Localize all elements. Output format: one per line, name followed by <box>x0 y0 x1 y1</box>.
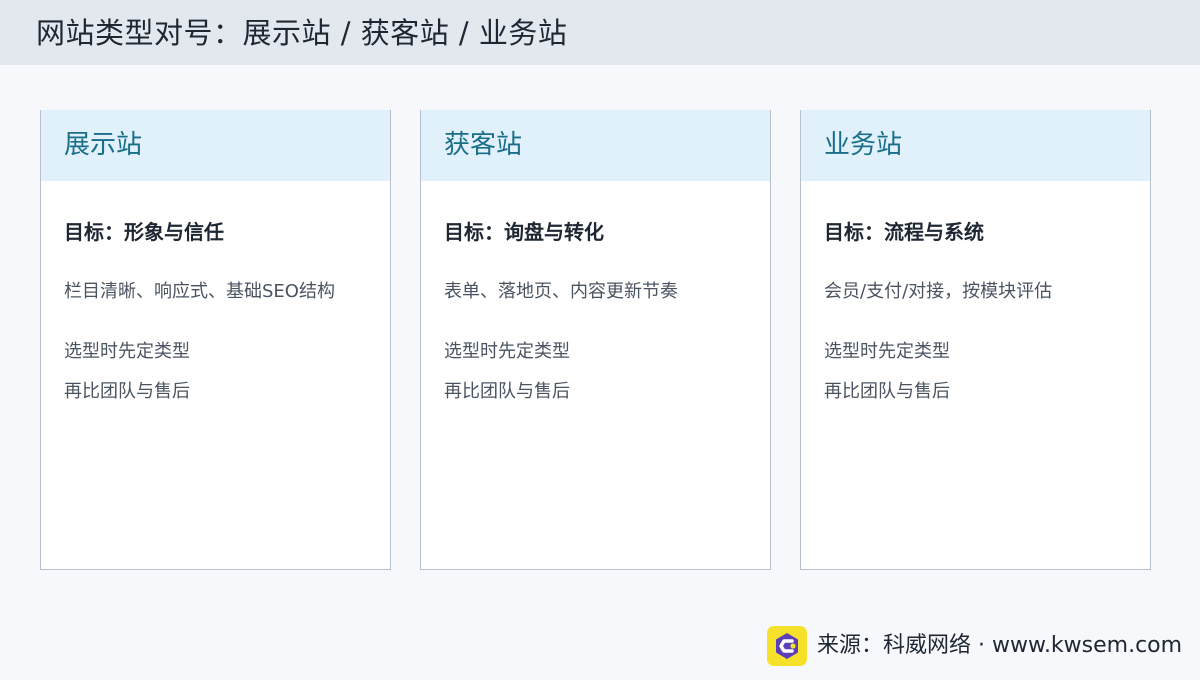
card-title: 展示站 <box>64 130 143 160</box>
card-goal: 目标：流程与系统 <box>824 220 984 244</box>
card-goal: 目标：询盘与转化 <box>444 220 604 244</box>
card-note: 选型时先定类型 <box>444 341 570 362</box>
card-business-site: 业务站 目标：流程与系统 会员/支付/对接，按模块评估 选型时先定类型 再比团队… <box>800 110 1151 570</box>
source-text: 来源：科威网络 · www.kwsem.com <box>817 633 1183 658</box>
title-bar: 网站类型对号：展示站 / 获客站 / 业务站 <box>0 0 1200 65</box>
card-header: 展示站 <box>41 110 390 181</box>
card-title: 获客站 <box>444 130 523 160</box>
card-note: 选型时先定类型 <box>824 341 950 362</box>
card-detail: 会员/支付/对接，按模块评估 <box>824 281 1053 302</box>
page-title: 网站类型对号：展示站 / 获客站 / 业务站 <box>36 16 568 50</box>
card-lead-gen-site: 获客站 目标：询盘与转化 表单、落地页、内容更新节奏 选型时先定类型 再比团队与… <box>420 110 771 570</box>
kwsem-logo-icon <box>767 626 807 666</box>
card-note: 再比团队与售后 <box>64 381 190 402</box>
card-title: 业务站 <box>824 130 903 160</box>
card-note: 再比团队与售后 <box>444 381 570 402</box>
card-header: 获客站 <box>421 110 770 181</box>
card-note: 再比团队与售后 <box>824 381 950 402</box>
card-goal: 目标：形象与信任 <box>64 220 224 244</box>
card-detail: 表单、落地页、内容更新节奏 <box>444 281 678 302</box>
card-detail: 栏目清晰、响应式、基础SEO结构 <box>64 281 335 302</box>
card-header: 业务站 <box>801 110 1150 181</box>
card-showcase-site: 展示站 目标：形象与信任 栏目清晰、响应式、基础SEO结构 选型时先定类型 再比… <box>40 110 391 570</box>
card-note: 选型时先定类型 <box>64 341 190 362</box>
